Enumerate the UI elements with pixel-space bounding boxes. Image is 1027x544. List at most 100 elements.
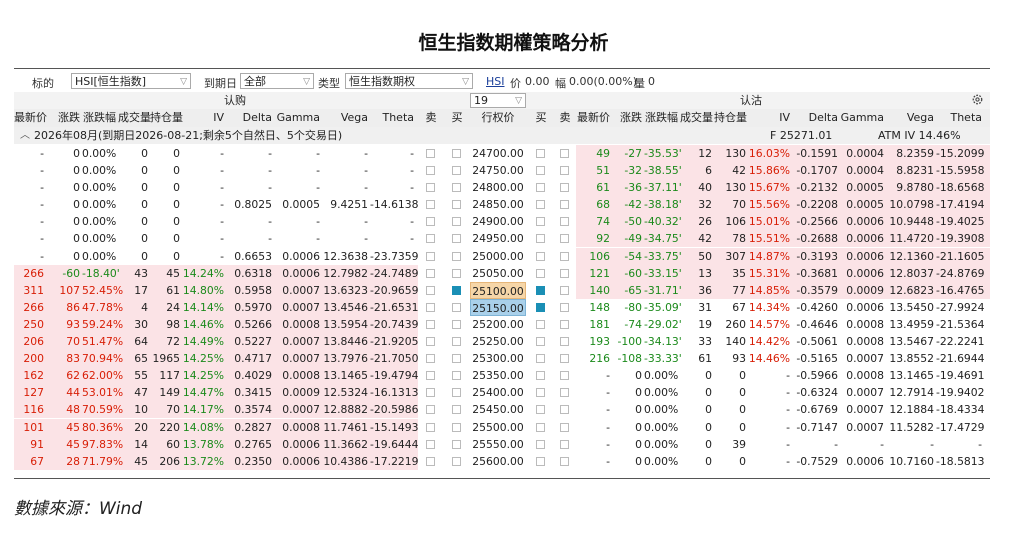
put-buy-checkbox[interactable] bbox=[536, 319, 545, 329]
table-row[interactable]: -0 0.00% 0 0- - - - -24950.00 92 -49 -34.75' 42 78 15… bbox=[14, 230, 990, 248]
put-sell-checkbox[interactable] bbox=[560, 405, 569, 415]
strike-price[interactable]: 25300.00 bbox=[470, 350, 526, 367]
ticker-link[interactable]: HSI bbox=[486, 75, 505, 88]
call-sell-checkbox[interactable] bbox=[426, 456, 435, 466]
call-sell-checkbox[interactable] bbox=[426, 183, 435, 193]
put-sell-checkbox[interactable] bbox=[560, 285, 569, 295]
call-buy-checkbox[interactable] bbox=[452, 371, 461, 381]
call-sell-checkbox[interactable] bbox=[426, 302, 435, 312]
table-row[interactable]: 206 70 51.47% 64 72 14.49% 0.5227 0.0007 13.8446… bbox=[14, 333, 990, 351]
strike-price[interactable]: 25500.00 bbox=[470, 419, 526, 436]
put-sell-checkbox[interactable] bbox=[560, 234, 569, 244]
strike-price[interactable]: 25200.00 bbox=[470, 316, 526, 333]
call-sell-checkbox[interactable] bbox=[426, 388, 435, 398]
strike-price[interactable]: 25000.00 bbox=[470, 248, 526, 265]
put-buy-checkbox[interactable] bbox=[536, 217, 545, 227]
strike-price[interactable]: 25600.00 bbox=[470, 453, 526, 470]
strike-price[interactable]: 25400.00 bbox=[470, 384, 526, 401]
type-select[interactable]: 恒生指数期权 ▽ bbox=[345, 73, 473, 89]
strike-price[interactable]: 25550.00 bbox=[470, 436, 526, 453]
call-buy-checkbox[interactable] bbox=[452, 439, 461, 449]
call-buy-checkbox[interactable] bbox=[452, 405, 461, 415]
strike-price[interactable]: 25250.00 bbox=[470, 333, 526, 350]
put-buy-checkbox[interactable] bbox=[536, 388, 545, 398]
call-sell-checkbox[interactable] bbox=[426, 200, 435, 210]
put-buy-checkbox[interactable] bbox=[536, 405, 545, 415]
call-buy-checkbox[interactable] bbox=[452, 149, 461, 158]
call-sell-checkbox[interactable] bbox=[426, 422, 435, 432]
put-buy-checkbox[interactable] bbox=[536, 200, 545, 210]
put-buy-checkbox[interactable] bbox=[536, 337, 545, 347]
put-sell-checkbox[interactable] bbox=[560, 319, 569, 329]
strike-price[interactable]: 24750.00 bbox=[470, 162, 526, 179]
put-buy-checkbox[interactable] bbox=[536, 183, 545, 193]
call-sell-checkbox[interactable] bbox=[426, 149, 435, 158]
put-sell-checkbox[interactable] bbox=[560, 456, 569, 466]
put-sell-checkbox[interactable] bbox=[560, 166, 569, 176]
strike-price[interactable]: 24850.00 bbox=[470, 196, 526, 213]
table-row[interactable]: 311 107 52.45% 17 61 14.80% 0.5958 0.0007 13.632… bbox=[14, 281, 990, 299]
put-sell-checkbox[interactable] bbox=[560, 149, 569, 158]
call-buy-checkbox[interactable] bbox=[452, 183, 461, 193]
put-sell-checkbox[interactable] bbox=[560, 439, 569, 449]
strike-price[interactable]: 25150.00 bbox=[470, 298, 526, 316]
table-row[interactable]: -0 0.00% 0 0- - - - -24750.00 51 -32 -38.55' 6 42 15.… bbox=[14, 162, 990, 180]
collapse-icon[interactable]: ︿ bbox=[20, 127, 30, 144]
table-row[interactable]: 127 44 53.01% 47 149 14.47% 0.3415 0.0009 12.532… bbox=[14, 384, 990, 402]
call-buy-checkbox[interactable] bbox=[452, 302, 461, 312]
strike-price[interactable]: 24700.00 bbox=[470, 145, 526, 162]
table-row[interactable]: 67 28 71.79% 45 206 13.72% 0.2350 0.0006 10.4386… bbox=[14, 452, 990, 470]
table-row[interactable]: -0 0.00% 0 0- - - - -24900.00 74 -50 -40.32' 26 106 1… bbox=[14, 213, 990, 231]
table-row[interactable]: 162 62 62.00% 55 117 14.25% 0.4029 0.0008 13.146… bbox=[14, 367, 990, 385]
call-buy-checkbox[interactable] bbox=[452, 422, 461, 432]
put-sell-checkbox[interactable] bbox=[560, 183, 569, 193]
call-sell-checkbox[interactable] bbox=[426, 166, 435, 176]
strike-price[interactable]: 25050.00 bbox=[470, 265, 526, 282]
call-buy-checkbox[interactable] bbox=[452, 268, 461, 278]
gear-icon[interactable] bbox=[971, 93, 984, 106]
call-sell-checkbox[interactable] bbox=[426, 405, 435, 415]
put-buy-checkbox[interactable] bbox=[536, 354, 545, 364]
call-buy-checkbox[interactable] bbox=[452, 200, 461, 210]
call-buy-checkbox[interactable] bbox=[452, 285, 461, 295]
call-sell-checkbox[interactable] bbox=[426, 251, 435, 261]
call-buy-checkbox[interactable] bbox=[452, 217, 461, 227]
put-sell-checkbox[interactable] bbox=[560, 302, 569, 312]
put-buy-checkbox[interactable] bbox=[536, 422, 545, 432]
call-sell-checkbox[interactable] bbox=[426, 439, 435, 449]
strike-price[interactable]: 24950.00 bbox=[470, 230, 526, 247]
put-sell-checkbox[interactable] bbox=[560, 268, 569, 278]
put-buy-checkbox[interactable] bbox=[536, 149, 545, 158]
put-buy-checkbox[interactable] bbox=[536, 268, 545, 278]
expiry-group-row[interactable]: ︿ 2026年08月(到期日2026-08-21;剩余5个自然日、5个交易日) … bbox=[14, 127, 990, 144]
call-buy-checkbox[interactable] bbox=[452, 354, 461, 364]
strike-count-select[interactable]: 19 ▽ bbox=[470, 93, 526, 108]
call-sell-checkbox[interactable] bbox=[426, 234, 435, 244]
put-sell-checkbox[interactable] bbox=[560, 354, 569, 364]
call-sell-checkbox[interactable] bbox=[426, 285, 435, 295]
table-row[interactable]: -0 0.00% 0 0- - - - -24800.00 61 -36 -37.11' 40 130 1… bbox=[14, 179, 990, 197]
table-row[interactable]: -0 0.00% 0 0-0.6653 0.0006 12.3638 -23.7359 250… bbox=[14, 247, 990, 265]
call-buy-checkbox[interactable] bbox=[452, 251, 461, 261]
put-buy-checkbox[interactable] bbox=[536, 251, 545, 261]
put-buy-checkbox[interactable] bbox=[536, 371, 545, 381]
strike-price[interactable]: 25350.00 bbox=[470, 367, 526, 384]
table-row[interactable]: -0 0.00% 0 0-0.8025 0.0005 9.4251 -14.6138 2485… bbox=[14, 196, 990, 214]
put-buy-checkbox[interactable] bbox=[536, 234, 545, 244]
table-row[interactable]: 266 -60 -18.40' 43 45 14.24% 0.6318 0.0006 12.79… bbox=[14, 264, 990, 282]
put-buy-checkbox[interactable] bbox=[536, 439, 545, 449]
put-sell-checkbox[interactable] bbox=[560, 251, 569, 261]
put-buy-checkbox[interactable] bbox=[536, 456, 545, 466]
table-row[interactable]: 101 45 80.36% 20 220 14.08% 0.2827 0.0008 11.746… bbox=[14, 418, 990, 436]
put-sell-checkbox[interactable] bbox=[560, 200, 569, 210]
call-buy-checkbox[interactable] bbox=[452, 234, 461, 244]
put-sell-checkbox[interactable] bbox=[560, 371, 569, 381]
call-sell-checkbox[interactable] bbox=[426, 337, 435, 347]
call-buy-checkbox[interactable] bbox=[452, 337, 461, 347]
put-sell-checkbox[interactable] bbox=[560, 388, 569, 398]
call-sell-checkbox[interactable] bbox=[426, 371, 435, 381]
table-row[interactable]: 266 86 47.78% 4 24 14.14% 0.5970 0.0007 13.4546-… bbox=[14, 298, 990, 316]
call-sell-checkbox[interactable] bbox=[426, 319, 435, 329]
call-buy-checkbox[interactable] bbox=[452, 388, 461, 398]
call-sell-checkbox[interactable] bbox=[426, 354, 435, 364]
